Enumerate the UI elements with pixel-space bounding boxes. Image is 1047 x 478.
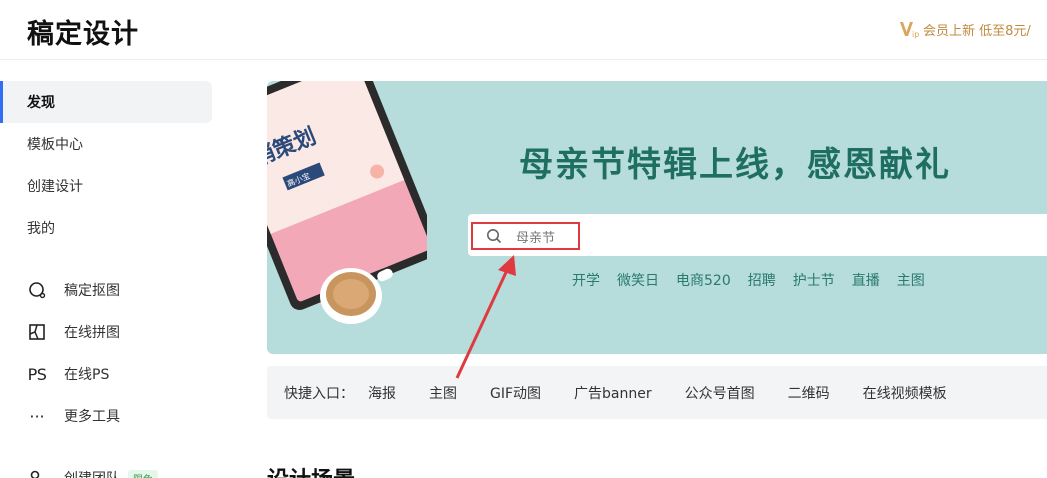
- search-icon: [487, 229, 502, 244]
- svg-text:ip: ip: [912, 30, 919, 39]
- hero-banner[interactable]: 高小宝 销策划 母亲节特辑上线，感恩献礼 母亲节 开学 微笑日 电商520 招聘…: [267, 81, 1047, 354]
- hot-tag[interactable]: 微笑日: [617, 270, 659, 290]
- hot-tag[interactable]: 护士节: [793, 270, 835, 290]
- hot-tags: 开学 微笑日 电商520 招聘 护士节 直播 主图: [572, 270, 942, 290]
- sidebar-item-label: 模板中心: [27, 137, 83, 153]
- free-badge: 限免: [128, 469, 158, 478]
- sidebar-tool-label: 在线PS: [64, 367, 110, 383]
- search-bar[interactable]: 母亲节: [468, 214, 1047, 256]
- sidebar-item-templates[interactable]: 模板中心: [0, 123, 212, 165]
- team-icon: [26, 467, 48, 478]
- quick-link-gif[interactable]: GIF动图: [490, 383, 541, 403]
- quick-link-banner[interactable]: 广告banner: [574, 383, 652, 403]
- quick-link-qrcode[interactable]: 二维码: [788, 383, 830, 403]
- sidebar-item-label: 创建设计: [27, 179, 83, 195]
- hot-tag[interactable]: 招聘: [748, 270, 776, 290]
- hot-tag[interactable]: 主图: [897, 270, 925, 290]
- hot-tag[interactable]: 直播: [852, 270, 880, 290]
- sidebar-item-discover[interactable]: 发现: [0, 81, 212, 123]
- sidebar-tool-label: 更多工具: [64, 409, 120, 425]
- hot-tag[interactable]: 开学: [572, 270, 600, 290]
- sidebar-tool-label: 在线拼图: [64, 325, 120, 341]
- ps-icon: PS: [27, 364, 47, 384]
- vip-promo[interactable]: ip 会员上新 低至8元/: [898, 19, 1031, 39]
- search-placeholder: 母亲节: [516, 230, 556, 246]
- sidebar-tool-create-team[interactable]: 创建团队 限免: [0, 457, 212, 478]
- coffee-cup-icon: [320, 268, 393, 324]
- sidebar-tool-cutout[interactable]: 稿定抠图: [0, 269, 212, 311]
- cutout-icon: [26, 279, 48, 301]
- sidebar: 发现 模板中心 创建设计 我的 稿定抠图 在线拼图 PS 在线PS ··· 更多…: [0, 61, 215, 478]
- vip-icon: ip: [900, 22, 919, 39]
- sidebar-tool-label: 稿定抠图: [64, 283, 120, 299]
- top-header: 稿定设计 ip 会员上新 低至8元/: [0, 0, 1047, 60]
- quick-entry-bar: 快捷入口： 海报 主图 GIF动图 广告banner 公众号首图 二维码 在线视…: [267, 366, 1047, 419]
- app-logo[interactable]: 稿定设计: [27, 12, 139, 51]
- sidebar-item-create-design[interactable]: 创建设计: [0, 165, 212, 207]
- sidebar-tool-more[interactable]: ··· 更多工具: [0, 395, 212, 437]
- quick-link-main-image[interactable]: 主图: [429, 383, 457, 403]
- more-icon: ···: [29, 406, 45, 426]
- sidebar-tool-online-ps[interactable]: PS 在线PS: [0, 353, 212, 395]
- quick-link-wechat-cover[interactable]: 公众号首图: [685, 383, 755, 403]
- quick-entry-label: 快捷入口：: [284, 385, 354, 402]
- sidebar-item-mine[interactable]: 我的: [0, 207, 212, 249]
- sidebar-tool-collage[interactable]: 在线拼图: [0, 311, 212, 353]
- quick-link-poster[interactable]: 海报: [368, 383, 396, 403]
- sidebar-tool-label: 创建团队: [64, 468, 120, 478]
- hot-tag[interactable]: 电商520: [676, 270, 731, 290]
- collage-icon: [26, 321, 48, 343]
- quick-link-video-template[interactable]: 在线视频模板: [863, 383, 947, 403]
- section-title: 设计场景: [267, 462, 355, 478]
- page: 稿定设计 ip 会员上新 低至8元/ 发现 模板中心 创建设计 我的 稿定抠图: [0, 0, 1047, 478]
- sidebar-item-label: 发现: [27, 95, 55, 111]
- banner-title: 母亲节特辑上线，感恩献礼: [519, 145, 951, 185]
- sidebar-item-label: 我的: [27, 221, 55, 237]
- search-input[interactable]: 母亲节: [471, 222, 580, 250]
- vip-promo-text: 会员上新 低至8元/: [923, 23, 1031, 39]
